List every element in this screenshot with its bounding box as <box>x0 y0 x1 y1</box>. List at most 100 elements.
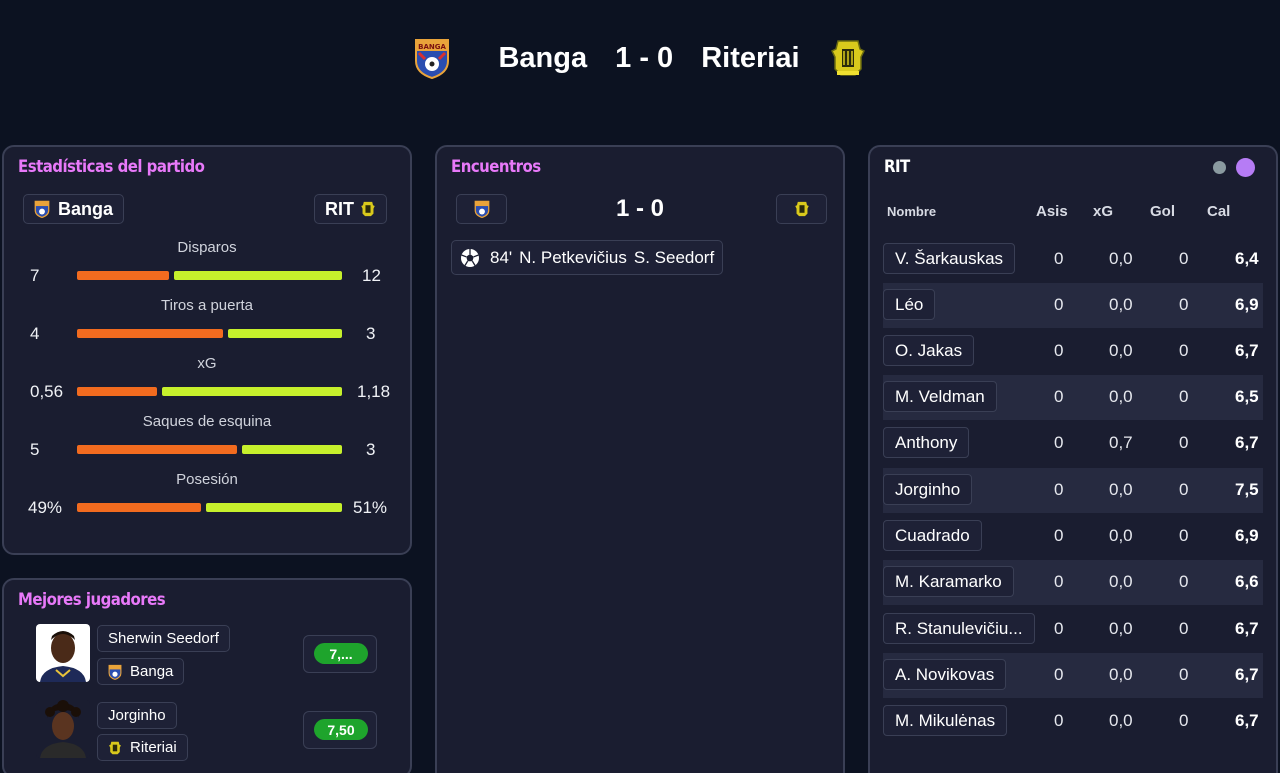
assists-cell: 0 <box>1054 433 1064 452</box>
player-name-chip[interactable]: Jorginho <box>883 474 973 505</box>
table-row[interactable]: V. Šarkauskas 0 0,0 0 6,4 <box>883 237 1263 282</box>
stat-home-value: 7 <box>30 266 40 285</box>
col-header-gol[interactable]: Gol <box>1150 203 1175 220</box>
col-header-asis[interactable]: Asis <box>1036 203 1068 220</box>
assists-cell: 0 <box>1054 387 1064 406</box>
player-avatar <box>36 700 90 758</box>
away-team-chip-label: RIT <box>325 198 354 219</box>
xg-cell: 0,7 <box>1109 433 1133 452</box>
table-row[interactable]: M. Veldman 0 0,0 0 6,5 <box>883 375 1263 420</box>
stat-label: Disparos <box>177 239 237 256</box>
table-row[interactable]: R. Stanulevičiu... 0 0,0 0 6,7 <box>883 607 1263 652</box>
player-name-chip[interactable]: R. Stanulevičiu... <box>883 613 1035 644</box>
player-name: Sherwin Seedorf <box>108 630 219 647</box>
lineup-panel-title: RIT <box>884 157 910 177</box>
riteriai-crest-icon <box>361 201 375 217</box>
player-name-chip[interactable]: O. Jakas <box>883 335 975 366</box>
away-team-chip[interactable] <box>776 194 827 224</box>
player-name-chip[interactable]: Cuadrado <box>883 520 982 551</box>
assists-cell: 0 <box>1054 619 1064 638</box>
stat-home-value: 5 <box>30 440 40 459</box>
xg-cell: 0,0 <box>1109 249 1133 268</box>
goals-cell: 0 <box>1179 480 1189 499</box>
xg-cell: 0,0 <box>1109 572 1133 591</box>
goals-cell: 0 <box>1179 341 1189 360</box>
rating-cell: 6,4 <box>1235 249 1259 268</box>
stat-home-bar <box>77 387 157 396</box>
stat-away-value: 12 <box>362 266 381 285</box>
goals-cell: 0 <box>1179 619 1189 638</box>
away-team-chip[interactable]: RIT <box>314 194 387 224</box>
goals-cell: 0 <box>1179 295 1189 314</box>
table-row[interactable]: Jorginho 0 0,0 0 7,5 <box>883 468 1263 513</box>
player-team: Banga <box>130 663 174 680</box>
stat-away-value: 3 <box>366 324 376 343</box>
xg-cell: 0,0 <box>1109 341 1133 360</box>
player-rating: 7,50 <box>314 719 368 740</box>
rating-cell: 6,5 <box>1235 387 1259 406</box>
events-panel-title: Encuentros <box>451 157 541 177</box>
table-row[interactable]: A. Novikovas 0 0,0 0 6,7 <box>883 653 1263 698</box>
assists-cell: 0 <box>1054 249 1064 268</box>
player-team-chip[interactable]: Banga <box>97 658 185 685</box>
match-stats-panel: Estadísticas del partido Banga RIT Dispa… <box>2 145 412 555</box>
col-header-cal[interactable]: Cal <box>1207 203 1230 220</box>
xg-cell: 0,0 <box>1109 526 1133 545</box>
rating-cell: 6,6 <box>1235 572 1259 591</box>
stat-home-bar <box>77 445 237 454</box>
stat-away-bar <box>228 329 342 338</box>
page-dot-inactive[interactable] <box>1213 161 1226 174</box>
stat-home-value: 4 <box>30 324 40 343</box>
banga-crest-icon <box>34 200 50 218</box>
xg-cell: 0,0 <box>1109 480 1133 499</box>
player-name-chip[interactable]: V. Šarkauskas <box>883 243 1016 274</box>
best-players-title: Mejores jugadores <box>18 590 166 610</box>
home-team-name: Banga <box>498 41 588 74</box>
player-name-chip[interactable]: M. Veldman <box>883 381 997 412</box>
col-header-xg[interactable]: xG <box>1093 203 1113 220</box>
player-name-chip[interactable]: Léo <box>883 289 936 320</box>
player-name-chip[interactable]: Jorginho <box>97 702 177 729</box>
player-name-chip[interactable]: M. Mikulėnas <box>883 705 1008 736</box>
xg-cell: 0,0 <box>1109 665 1133 684</box>
stat-label: xG <box>197 355 217 372</box>
player-name-chip[interactable]: A. Novikovas <box>883 659 1007 690</box>
player-avatar <box>36 624 90 682</box>
assists-cell: 0 <box>1054 711 1064 730</box>
event-assist: S. Seedorf <box>633 247 715 267</box>
stat-label: Tiros a puerta <box>161 297 253 314</box>
home-team-chip-label: Banga <box>58 198 114 219</box>
col-header-nombre[interactable]: Nombre <box>887 204 936 219</box>
table-row[interactable]: M. Karamarko 0 0,0 0 6,6 <box>883 560 1263 605</box>
goals-cell: 0 <box>1179 572 1189 591</box>
goals-cell: 0 <box>1179 665 1189 684</box>
table-row[interactable]: O. Jakas 0 0,0 0 6,7 <box>883 329 1263 374</box>
stat-away-bar <box>206 503 342 512</box>
player-name-chip[interactable]: Anthony <box>883 427 970 458</box>
player-rating: 7,... <box>314 643 368 664</box>
table-row[interactable]: M. Mikulėnas 0 0,0 0 6,7 <box>883 699 1263 744</box>
riteriai-crest-icon <box>109 741 121 754</box>
player-name-chip[interactable]: Sherwin Seedorf <box>97 625 230 652</box>
rating-cell: 7,5 <box>1235 480 1259 499</box>
goals-cell: 0 <box>1179 711 1189 730</box>
assists-cell: 0 <box>1054 295 1064 314</box>
page-dot-active[interactable] <box>1236 158 1255 177</box>
player-team-chip[interactable]: Riteriai <box>97 734 188 761</box>
rating-cell: 6,7 <box>1235 711 1259 730</box>
stat-away-value: 3 <box>366 440 376 459</box>
banga-crest-icon <box>108 664 122 680</box>
table-row[interactable]: Anthony 0 0,7 0 6,7 <box>883 421 1263 466</box>
away-team-name: Riteriai <box>701 41 800 74</box>
home-team-chip[interactable]: Banga <box>23 194 125 224</box>
best-players-panel: Mejores jugadores Sherwin Seedorf Banga <box>2 578 412 773</box>
event-minute: 84' <box>490 247 513 267</box>
player-name-chip[interactable]: M. Karamarko <box>883 566 1014 597</box>
player-team: Riteriai <box>130 739 177 756</box>
table-row[interactable]: Léo 0 0,0 0 6,9 <box>883 283 1263 328</box>
stat-away-value: 51% <box>353 498 388 517</box>
assists-cell: 0 <box>1054 572 1064 591</box>
table-row[interactable]: Cuadrado 0 0,0 0 6,9 <box>883 514 1263 559</box>
event-item[interactable]: 84' N. Petkevičius S. Seedorf <box>451 240 724 275</box>
riteriai-crest-icon <box>828 36 868 80</box>
